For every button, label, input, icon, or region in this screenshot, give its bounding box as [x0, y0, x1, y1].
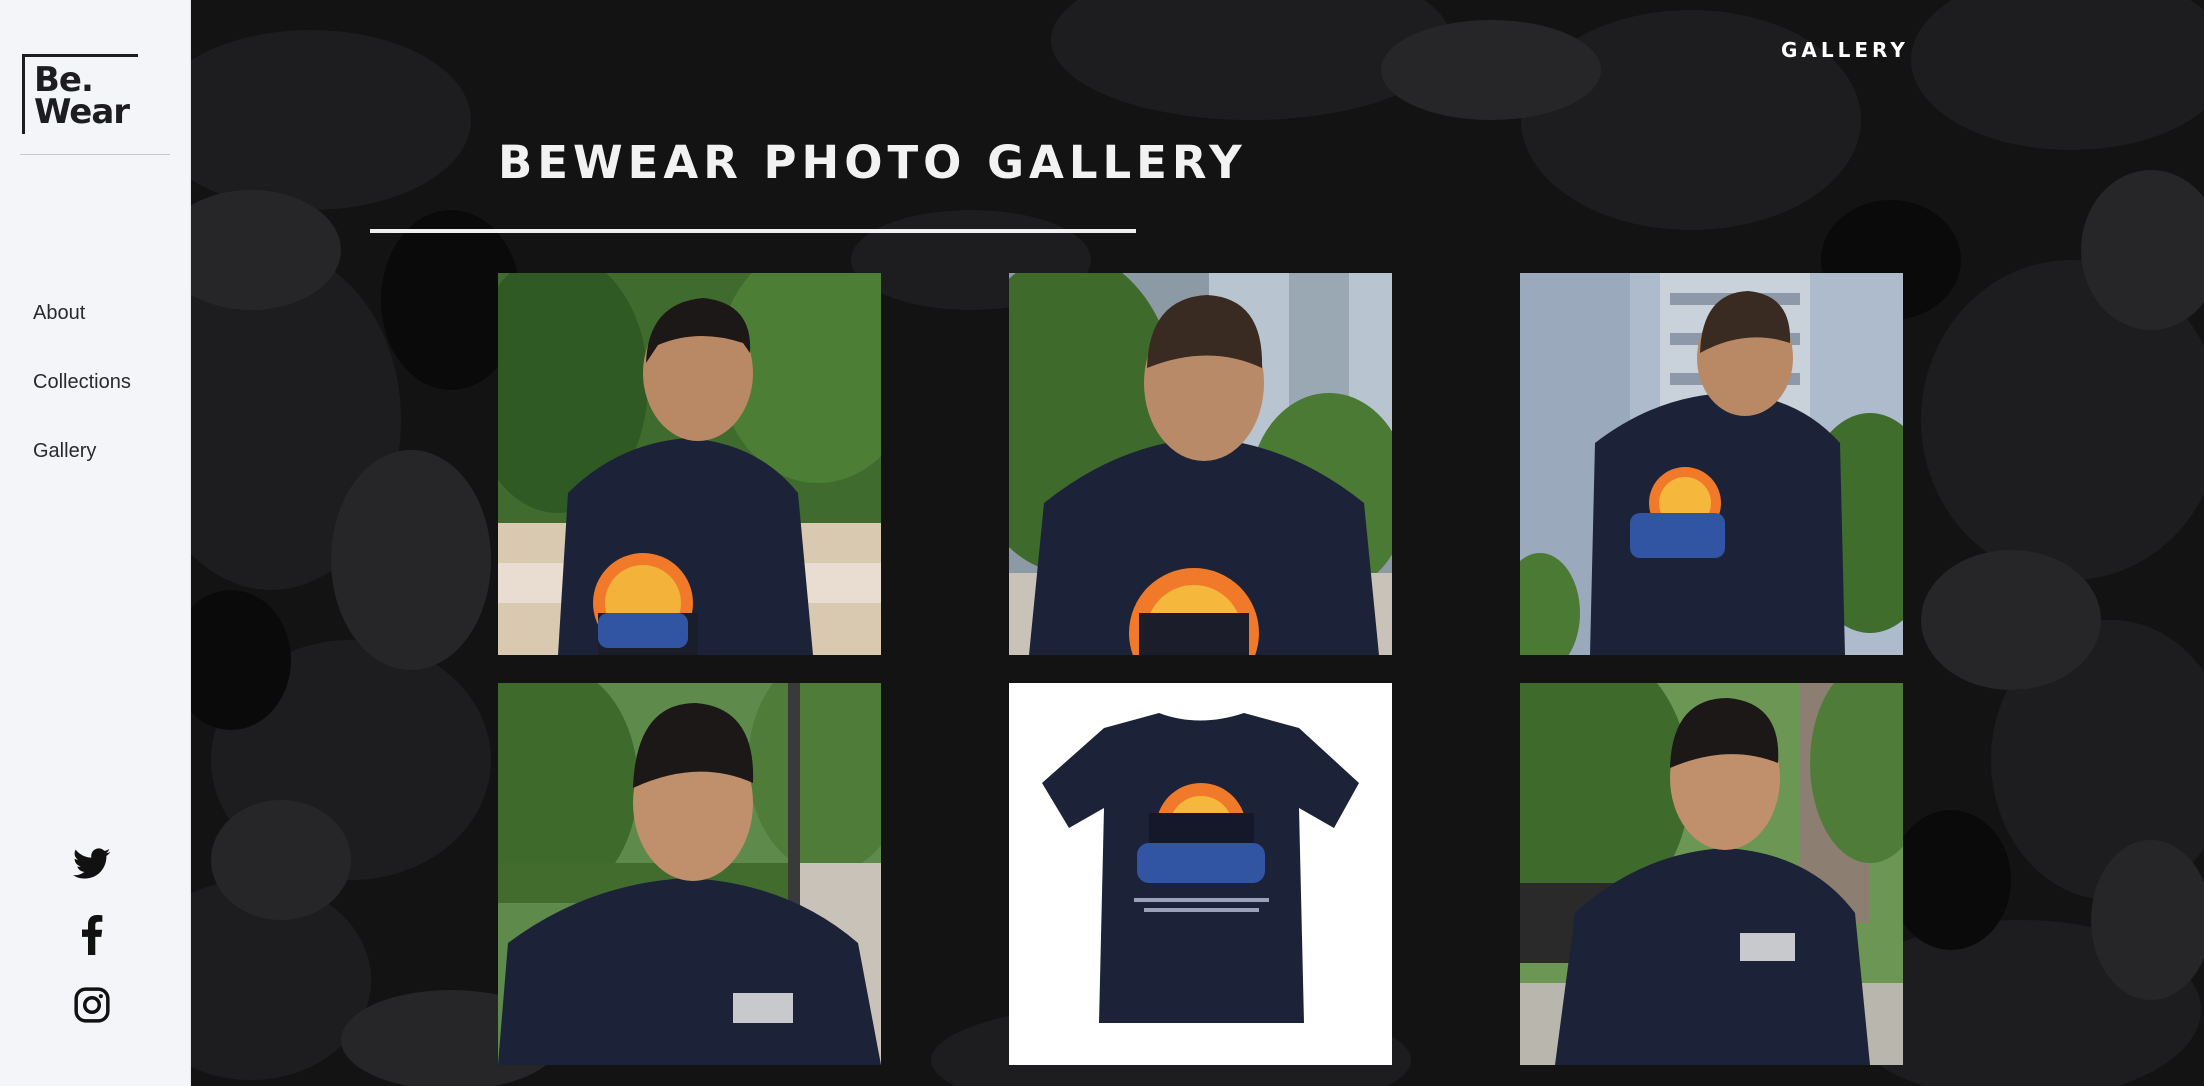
facebook-icon[interactable]	[71, 914, 113, 956]
gallery-photo-5[interactable]	[1009, 683, 1392, 1065]
twitter-icon[interactable]	[71, 843, 113, 885]
instagram-icon[interactable]	[71, 984, 113, 1026]
logo-frame-top	[22, 54, 138, 57]
main-content: GALLERY BEWEAR PHOTO GALLERY	[191, 0, 2204, 1086]
top-nav-gallery-link[interactable]: GALLERY	[1781, 38, 1909, 62]
logo-frame-left	[22, 54, 25, 134]
logo-divider	[20, 154, 170, 155]
sidebar-nav: About Collections Gallery	[33, 296, 131, 503]
sidebar: Be. Wear About Collections Gallery	[0, 0, 191, 1086]
sidebar-item-gallery[interactable]: Gallery	[33, 434, 131, 503]
title-underline	[370, 229, 1136, 233]
logo-wordmark: Be. Wear	[34, 63, 130, 132]
logo-line-2: Wear	[34, 92, 130, 132]
page-title: BEWEAR PHOTO GALLERY	[498, 136, 1247, 189]
gallery-photo-1[interactable]	[498, 273, 881, 655]
sidebar-item-collections[interactable]: Collections	[33, 365, 131, 434]
gallery-photo-4[interactable]	[498, 683, 881, 1065]
bewear-logo[interactable]: Be. Wear	[22, 54, 140, 134]
sidebar-item-about[interactable]: About	[33, 296, 131, 365]
gallery-photo-3[interactable]	[1520, 273, 1903, 655]
gallery-photo-2[interactable]	[1009, 273, 1392, 655]
gallery-photo-6[interactable]	[1520, 683, 1903, 1065]
